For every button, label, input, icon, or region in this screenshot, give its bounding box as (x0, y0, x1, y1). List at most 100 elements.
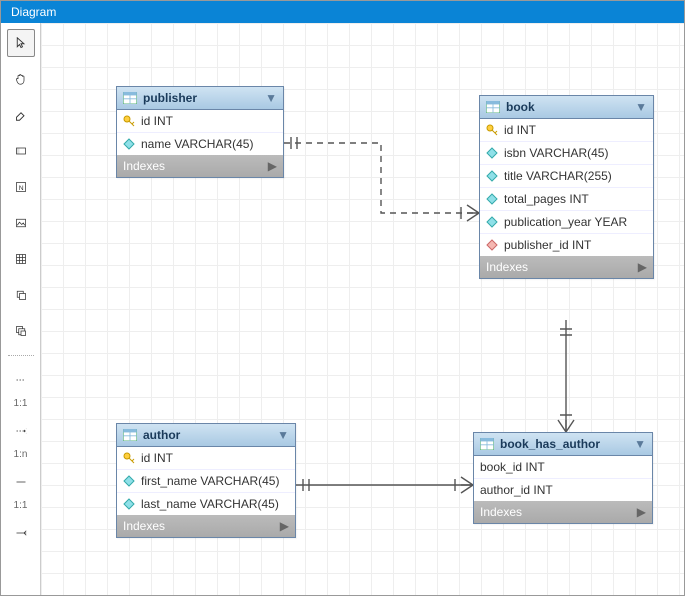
column-text: publication_year YEAR (504, 215, 627, 229)
column-text: last_name VARCHAR(45) (141, 497, 279, 511)
svg-text:N: N (18, 185, 23, 192)
entity-book-rows: id INT isbn VARCHAR(45) title VARCHAR(25… (480, 119, 653, 256)
column-row[interactable]: publisher_id INT (480, 234, 653, 256)
table-icon (480, 438, 494, 450)
column-text: id INT (504, 123, 536, 137)
chevron-down-icon: ▼ (265, 91, 277, 105)
column-text: book_id INT (480, 460, 545, 474)
diamond-icon (123, 138, 135, 150)
rel-icon (15, 374, 27, 386)
entity-book[interactable]: book ▼ id INT isbn VARCHAR(45) title VAR… (479, 95, 654, 279)
column-row[interactable]: title VARCHAR(255) (480, 165, 653, 188)
column-text: isbn VARCHAR(45) (504, 146, 608, 160)
table-icon (123, 429, 137, 441)
image-tool[interactable] (7, 209, 35, 237)
entity-bha-rows: book_id INT author_id INT (474, 456, 652, 501)
indexes-bar[interactable]: Indexes ▶ (480, 256, 653, 278)
key-icon (123, 115, 135, 127)
window-title: Diagram (1, 1, 684, 23)
entity-author-title: author (143, 428, 180, 442)
rel-1-n-tool[interactable] (7, 417, 35, 445)
diamond-icon (486, 216, 498, 228)
entity-publisher-rows: id INT name VARCHAR(45) (117, 110, 283, 155)
column-text: author_id INT (480, 483, 553, 497)
view-tool-1[interactable] (7, 281, 35, 309)
table-icon (486, 101, 500, 113)
entity-book-header[interactable]: book ▼ (480, 96, 653, 119)
column-text: name VARCHAR(45) (141, 137, 253, 151)
grid-icon (15, 253, 27, 265)
column-row[interactable]: book_id INT (474, 456, 652, 479)
image-icon (15, 217, 27, 229)
column-text: first_name VARCHAR(45) (141, 474, 279, 488)
diamond-icon (486, 193, 498, 205)
column-text: publisher_id INT (504, 238, 591, 252)
eraser-icon (15, 109, 27, 121)
entity-book-title: book (506, 100, 535, 114)
hand-tool[interactable] (7, 65, 35, 93)
column-text: id INT (141, 451, 173, 465)
entity-bha-title: book_has_author (500, 437, 600, 451)
column-row[interactable]: id INT (480, 119, 653, 142)
rel-n-icon (15, 425, 27, 437)
rel-1-1b-label: 1:1 (14, 500, 28, 511)
column-row[interactable]: publication_year YEAR (480, 211, 653, 234)
fk-diamond-icon (486, 239, 498, 251)
column-row[interactable]: author_id INT (474, 479, 652, 501)
chevron-down-icon: ▼ (635, 100, 647, 114)
rel-1-1-label: 1:1 (14, 398, 28, 409)
column-row[interactable]: isbn VARCHAR(45) (480, 142, 653, 165)
toolbar-separator (8, 355, 34, 356)
layer-tool[interactable] (7, 137, 35, 165)
entity-publisher-title: publisher (143, 91, 197, 105)
body: N 1:1 1:n (1, 23, 684, 595)
eraser-tool[interactable] (7, 101, 35, 129)
diagram-window: Diagram N (0, 0, 685, 596)
indexes-label: Indexes (486, 260, 528, 274)
entity-bha-header[interactable]: book_has_author ▼ (474, 433, 652, 456)
diamond-icon (123, 498, 135, 510)
entity-author-header[interactable]: author ▼ (117, 424, 295, 447)
indexes-label: Indexes (123, 159, 165, 173)
column-row[interactable]: id INT (117, 447, 295, 470)
note-icon: N (15, 181, 27, 193)
entity-author-rows: id INT first_name VARCHAR(45) last_name … (117, 447, 295, 515)
rel-1-1b-tool[interactable] (7, 468, 35, 496)
entity-book-has-author[interactable]: book_has_author ▼ book_id INT author_id … (473, 432, 653, 524)
chevron-down-icon: ▼ (277, 428, 289, 442)
stack-icon (15, 289, 27, 301)
layer-icon (15, 145, 27, 157)
key-icon (486, 124, 498, 136)
rel-more-tool[interactable] (7, 519, 35, 547)
chevron-down-icon: ▼ (634, 437, 646, 451)
entity-author[interactable]: author ▼ id INT first_name VARCHAR(45) l… (116, 423, 296, 538)
indexes-bar[interactable]: Indexes ▶ (117, 515, 295, 537)
rel-1-1-tool[interactable] (7, 366, 35, 394)
stack2-icon (15, 325, 27, 337)
pointer-tool[interactable] (7, 29, 35, 57)
note-tool[interactable]: N (7, 173, 35, 201)
indexes-label: Indexes (480, 505, 522, 519)
chevron-right-icon: ▶ (637, 505, 646, 519)
table-tool[interactable] (7, 245, 35, 273)
diagram-canvas[interactable]: publisher ▼ id INT name VARCHAR(45) Inde… (41, 23, 684, 595)
column-text: id INT (141, 114, 173, 128)
view-tool-2[interactable] (7, 317, 35, 345)
indexes-bar[interactable]: Indexes ▶ (474, 501, 652, 523)
rel-1-n-label: 1:n (14, 449, 28, 460)
diamond-icon (123, 475, 135, 487)
indexes-bar[interactable]: Indexes ▶ (117, 155, 283, 177)
column-row[interactable]: name VARCHAR(45) (117, 133, 283, 155)
column-row[interactable]: id INT (117, 110, 283, 133)
entity-publisher[interactable]: publisher ▼ id INT name VARCHAR(45) Inde… (116, 86, 284, 178)
entity-publisher-header[interactable]: publisher ▼ (117, 87, 283, 110)
column-text: total_pages INT (504, 192, 589, 206)
tool-palette: N 1:1 1:n (1, 23, 41, 595)
column-row[interactable]: total_pages INT (480, 188, 653, 211)
chevron-right-icon: ▶ (280, 519, 289, 533)
rel-icon-2 (15, 476, 27, 488)
indexes-label: Indexes (123, 519, 165, 533)
column-row[interactable]: last_name VARCHAR(45) (117, 493, 295, 515)
chevron-right-icon: ▶ (268, 159, 277, 173)
column-row[interactable]: first_name VARCHAR(45) (117, 470, 295, 493)
